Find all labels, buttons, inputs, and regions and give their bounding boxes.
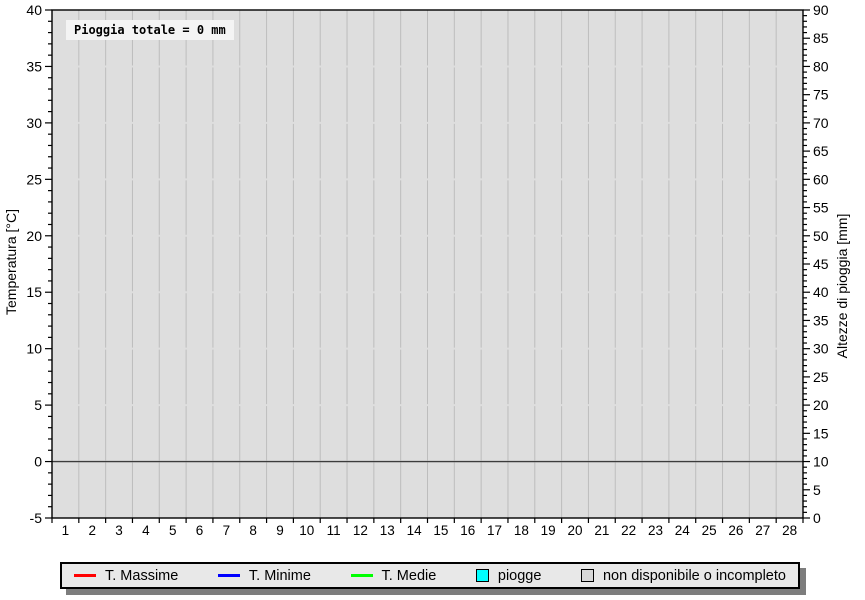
right-tick-label: 5 bbox=[813, 482, 821, 498]
day-label: 25 bbox=[702, 523, 717, 538]
day-label: 20 bbox=[568, 523, 583, 538]
day-label: 22 bbox=[621, 523, 636, 538]
day-label: 3 bbox=[115, 523, 123, 538]
right-tick-label: 70 bbox=[813, 115, 829, 131]
left-tick-label: 40 bbox=[26, 2, 42, 18]
legend-item-t-massime: T. Massime bbox=[74, 568, 178, 584]
right-tick-label: 85 bbox=[813, 30, 829, 46]
day-label: 23 bbox=[648, 523, 663, 538]
right-tick-label: 55 bbox=[813, 200, 829, 216]
legend-item-non-disponibile: non disponibile o incompleto bbox=[581, 568, 786, 584]
right-tick-label: 65 bbox=[813, 143, 829, 159]
right-tick-label: 80 bbox=[813, 58, 829, 74]
left-tick-label: 30 bbox=[26, 115, 42, 131]
day-label: 9 bbox=[276, 523, 284, 538]
legend: T. Massime T. Minime T. Medie piogge non dis… bbox=[60, 562, 800, 589]
left-tick-label: 35 bbox=[26, 58, 42, 74]
left-tick-label: 25 bbox=[26, 171, 42, 187]
legend-piogge-label: piogge bbox=[498, 568, 542, 584]
left-tick-label: 0 bbox=[34, 454, 42, 470]
legend-item-piogge: piogge bbox=[476, 568, 542, 584]
right-tick-label: 25 bbox=[813, 369, 829, 385]
legend-t-massime-label: T. Massime bbox=[105, 568, 178, 584]
day-label: 7 bbox=[223, 523, 231, 538]
right-tick-label: 35 bbox=[813, 312, 829, 328]
day-label: 24 bbox=[675, 523, 691, 538]
right-tick-label: 10 bbox=[813, 454, 829, 470]
left-tick-label: 15 bbox=[26, 284, 42, 300]
left-tick-label: 20 bbox=[26, 228, 42, 244]
right-tick-label: 60 bbox=[813, 171, 829, 187]
right-tick-label: 75 bbox=[813, 87, 829, 103]
day-label: 27 bbox=[755, 523, 770, 538]
day-label: 19 bbox=[541, 523, 556, 538]
day-label: 15 bbox=[433, 523, 448, 538]
rain-total-annotation: Pioggia totale = 0 mm bbox=[66, 20, 234, 40]
left-tick-label: -5 bbox=[30, 510, 43, 526]
day-label: 17 bbox=[487, 523, 502, 538]
legend-item-t-minime: T. Minime bbox=[218, 568, 311, 584]
legend-t-massime-swatch bbox=[74, 574, 96, 577]
day-label: 5 bbox=[169, 523, 177, 538]
left-tick-label: 5 bbox=[34, 397, 42, 413]
day-label: 16 bbox=[460, 523, 475, 538]
day-label: 21 bbox=[594, 523, 609, 538]
legend-t-medie-label: T. Medie bbox=[382, 568, 437, 584]
legend-non-disponibile-label: non disponibile o incompleto bbox=[603, 568, 786, 584]
chart-plot: 4035302520151050-59085807570656055504540… bbox=[0, 0, 865, 600]
day-label: 6 bbox=[196, 523, 204, 538]
temperature-axis-title: Temperatura [°C] bbox=[3, 209, 19, 315]
right-tick-label: 15 bbox=[813, 425, 829, 441]
day-label: 13 bbox=[380, 523, 395, 538]
day-label: 10 bbox=[299, 523, 314, 538]
day-label: 26 bbox=[728, 523, 743, 538]
day-label: 8 bbox=[249, 523, 257, 538]
day-label: 14 bbox=[407, 523, 423, 538]
legend-item-t-medie: T. Medie bbox=[351, 568, 437, 584]
day-label: 12 bbox=[353, 523, 368, 538]
legend-t-minime-label: T. Minime bbox=[249, 568, 311, 584]
legend-t-medie-swatch bbox=[351, 574, 373, 577]
rain-axis-title: Altezze di pioggia [mm] bbox=[834, 214, 850, 359]
day-label: 2 bbox=[88, 523, 96, 538]
right-tick-label: 90 bbox=[813, 2, 829, 18]
right-tick-label: 30 bbox=[813, 341, 829, 357]
legend-t-minime-swatch bbox=[218, 574, 240, 577]
day-label: 18 bbox=[514, 523, 529, 538]
day-label: 4 bbox=[142, 523, 150, 538]
day-label: 11 bbox=[327, 523, 341, 538]
day-label: 28 bbox=[782, 523, 797, 538]
day-label: 1 bbox=[62, 523, 70, 538]
right-tick-label: 20 bbox=[813, 397, 829, 413]
left-tick-label: 10 bbox=[26, 341, 42, 357]
right-tick-label: 0 bbox=[813, 510, 821, 526]
legend-piogge-swatch bbox=[476, 569, 489, 582]
right-tick-label: 45 bbox=[813, 256, 829, 272]
right-tick-label: 40 bbox=[813, 284, 829, 300]
weather-chart-canvas: 4035302520151050-59085807570656055504540… bbox=[0, 0, 865, 600]
legend-non-disponibile-swatch bbox=[581, 569, 594, 582]
right-tick-label: 50 bbox=[813, 228, 829, 244]
